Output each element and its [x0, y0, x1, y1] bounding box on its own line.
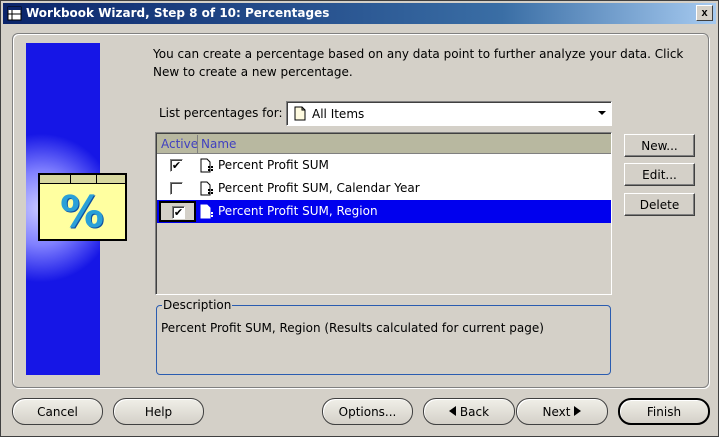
workbook-icon	[7, 6, 22, 21]
edit-button[interactable]: Edit...	[624, 163, 695, 186]
delete-button[interactable]: Delete	[624, 193, 695, 216]
list-for-dropdown[interactable]: All Items	[286, 101, 612, 126]
percentage-name: Percent Profit SUM, Region	[218, 204, 378, 218]
next-button[interactable]: Next	[516, 398, 608, 425]
intro-text: You can create a percentage based on any…	[153, 47, 684, 79]
dropdown-value: All Items	[312, 107, 365, 121]
cancel-button[interactable]: Cancel	[12, 398, 103, 425]
title-bar: Workbook Wizard, Step 8 of 10: Percentag…	[3, 3, 716, 24]
wizard-window: Workbook Wizard, Step 8 of 10: Percentag…	[0, 0, 719, 437]
card-top-bar	[40, 175, 125, 184]
grid-header: Active Name	[157, 134, 611, 154]
finish-button[interactable]: Finish	[618, 398, 710, 425]
back-label: Back	[459, 404, 490, 419]
percent-glyph: %	[60, 187, 105, 238]
active-checkbox[interactable]: ✔	[172, 206, 185, 219]
back-arrow-icon	[448, 406, 456, 416]
list-for-label: List percentages for:	[159, 106, 283, 120]
description-box	[156, 305, 611, 375]
document-icon	[294, 106, 306, 121]
percentage-name: Percent Profit SUM	[218, 158, 329, 172]
table-row[interactable]: Percent Profit SUM, Calendar Year	[157, 177, 611, 200]
next-arrow-icon	[574, 406, 582, 416]
window-title: Workbook Wizard, Step 8 of 10: Percentag…	[26, 6, 330, 20]
percentage-item-icon	[200, 204, 213, 219]
column-divider	[197, 135, 198, 153]
card-tick	[70, 175, 71, 184]
percentage-item-icon	[200, 181, 213, 196]
chevron-down-icon	[598, 111, 606, 115]
next-label: Next	[542, 404, 571, 419]
percentages-grid[interactable]: Active Name ✔ Percent Profit SUM Percent…	[155, 132, 612, 295]
card-tick	[96, 175, 97, 184]
table-row-selected[interactable]: ✔ Percent Profit SUM, Region	[157, 200, 611, 223]
back-button[interactable]: Back	[423, 398, 515, 425]
description-legend: Description	[162, 298, 233, 312]
column-header-active: Active	[161, 137, 199, 151]
new-button[interactable]: New...	[624, 134, 695, 157]
close-icon: x	[701, 6, 708, 19]
percentage-item-icon	[200, 158, 213, 173]
column-header-name: Name	[201, 137, 237, 151]
close-button[interactable]: x	[696, 5, 713, 21]
description-text: Percent Profit SUM, Region (Results calc…	[161, 321, 544, 335]
percentage-name: Percent Profit SUM, Calendar Year	[218, 181, 420, 195]
active-cell-focus: ✔	[159, 201, 196, 222]
options-button[interactable]: Options...	[322, 398, 413, 425]
active-checkbox[interactable]	[170, 182, 183, 195]
active-checkbox[interactable]: ✔	[170, 159, 183, 172]
help-button[interactable]: Help	[113, 398, 204, 425]
percent-card-icon: %	[38, 173, 127, 241]
table-row[interactable]: ✔ Percent Profit SUM	[157, 154, 611, 177]
